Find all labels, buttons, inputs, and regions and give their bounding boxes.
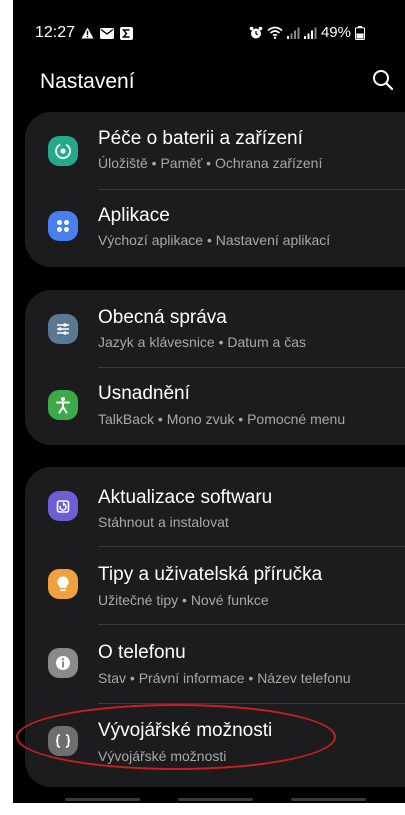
item-title: Péče o baterii a zařízení <box>98 128 303 149</box>
item-title: Vývojářské možnosti <box>98 720 273 741</box>
device-care-icon <box>48 136 78 166</box>
item-title: Aplikace <box>98 205 170 226</box>
settings-item-device-care[interactable]: Péče o baterii a zařízení Úložiště • Pam… <box>25 112 405 190</box>
info-icon <box>48 648 78 678</box>
search-icon[interactable] <box>371 68 395 92</box>
item-title: O telefonu <box>98 642 186 663</box>
item-title: Tipy a uživatelská příručka <box>98 564 323 585</box>
item-subtitle: Výchozí aplikace • Nastavení aplikací <box>98 232 331 248</box>
settings-item-software-update[interactable]: Aktualizace softwaru Stáhnout a instalov… <box>25 467 405 545</box>
item-subtitle: Jazyk a klávesnice • Datum a čas <box>98 334 306 350</box>
alarm-icon <box>249 26 263 40</box>
mail-icon <box>100 27 115 39</box>
battery-percent: 49% <box>320 24 351 41</box>
status-left: 12:27 <box>35 24 134 42</box>
settings-item-developer-options[interactable]: Vývojářské možnosti Vývojářské možnosti <box>25 704 405 782</box>
navigation-bar <box>13 795 405 803</box>
nav-recents-handle[interactable] <box>291 798 366 801</box>
item-title: Obecná správa <box>98 307 227 328</box>
sigma-icon <box>120 26 134 40</box>
settings-item-apps[interactable]: Aplikace Výchozí aplikace • Nastavení ap… <box>25 190 405 268</box>
settings-item-general-management[interactable]: Obecná správa Jazyk a klávesnice • Datum… <box>25 290 405 368</box>
item-title: Usnadnění <box>98 383 190 404</box>
settings-item-about-phone[interactable]: O telefonu Stav • Právní informace • Náz… <box>25 625 405 703</box>
apps-icon <box>48 211 78 241</box>
settings-item-tips[interactable]: Tipy a uživatelská příručka Užitečné tip… <box>25 547 405 625</box>
alert-triangle-icon <box>81 27 94 39</box>
item-title: Aktualizace softwaru <box>98 487 273 508</box>
sliders-icon <box>48 314 78 344</box>
settings-group-general: Obecná správa Jazyk a klávesnice • Datum… <box>25 290 405 445</box>
nav-back-handle[interactable] <box>65 798 140 801</box>
settings-group-device: Péče o baterii a zařízení Úložiště • Pam… <box>25 112 405 267</box>
wifi-icon <box>267 26 283 39</box>
item-subtitle: Užitečné tipy • Nové funkce <box>98 592 269 608</box>
lightbulb-icon <box>48 569 78 599</box>
developer-braces-icon <box>48 726 78 756</box>
nav-home-handle[interactable] <box>178 798 253 801</box>
status-right: 49% <box>249 24 365 41</box>
item-subtitle: TalkBack • Mono zvuk • Pomocné menu <box>98 411 346 427</box>
status-bar: 12:27 49% <box>13 22 405 48</box>
item-subtitle: Stav • Právní informace • Název telefonu <box>98 670 351 686</box>
settings-item-accessibility[interactable]: Usnadnění TalkBack • Mono zvuk • Pomocné… <box>25 368 405 446</box>
item-subtitle: Stáhnout a instalovat <box>98 514 229 530</box>
accessibility-icon <box>48 390 78 420</box>
item-subtitle: Vývojářské možnosti <box>98 748 227 764</box>
item-subtitle: Úložiště • Paměť • Ochrana zařízení <box>98 155 323 171</box>
battery-icon <box>355 25 365 40</box>
page-title: Nastavení <box>40 70 135 93</box>
status-time: 12:27 <box>35 24 76 41</box>
settings-group-about: Aktualizace softwaru Stáhnout a instalov… <box>25 467 405 787</box>
signal-icon <box>303 27 317 39</box>
signal-icon <box>286 27 300 39</box>
phone-screen: 12:27 49% Nastavení Péče o baterii a zař… <box>13 0 405 803</box>
software-update-icon <box>48 491 78 521</box>
